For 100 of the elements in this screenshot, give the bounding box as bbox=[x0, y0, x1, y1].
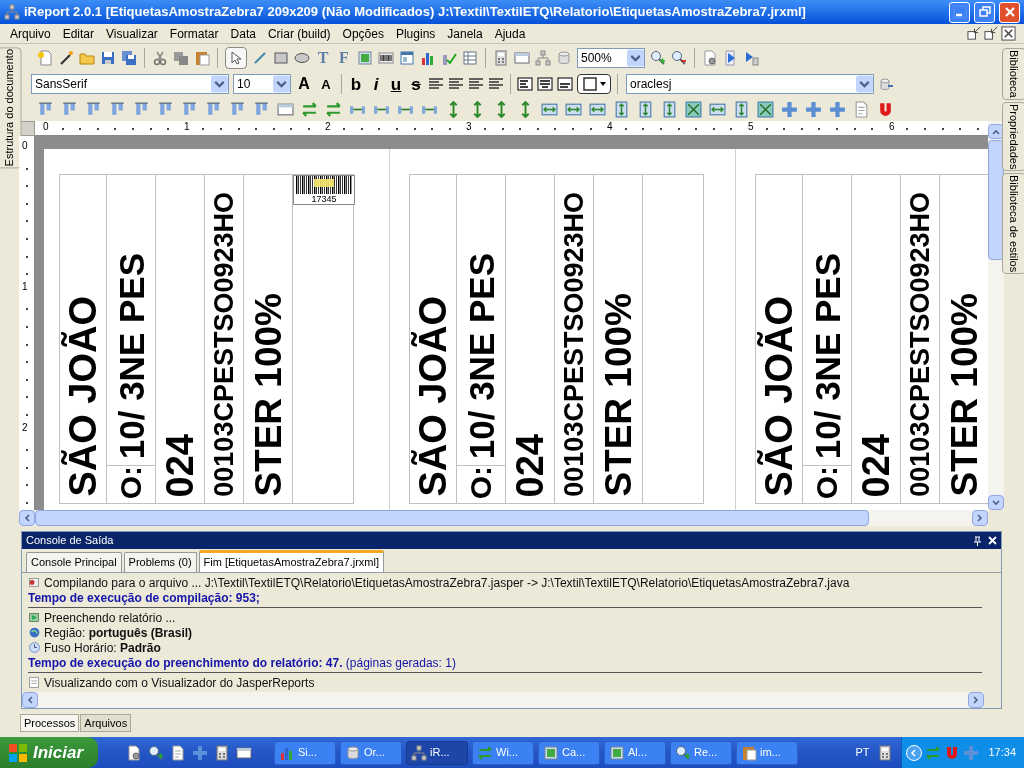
zoom-out-icon[interactable] bbox=[671, 50, 687, 66]
wand-icon[interactable] bbox=[58, 50, 74, 66]
align-icon[interactable] bbox=[181, 100, 198, 118]
menu-item[interactable]: Plugins bbox=[389, 24, 442, 43]
align-icon[interactable] bbox=[109, 100, 126, 118]
text-middle-icon[interactable] bbox=[537, 76, 553, 92]
ellipse-tool-icon[interactable] bbox=[294, 50, 310, 66]
pin-icon[interactable] bbox=[973, 535, 982, 546]
magnifier-icon[interactable] bbox=[148, 744, 164, 761]
text-style-button[interactable]: i bbox=[368, 75, 384, 93]
menu-item[interactable]: Janela bbox=[441, 24, 489, 43]
align-icon[interactable] bbox=[133, 100, 150, 118]
panel-tab[interactable]: Arquivos bbox=[80, 714, 132, 732]
cut-icon[interactable] bbox=[152, 50, 168, 66]
bar-chart-icon[interactable] bbox=[420, 50, 436, 66]
window-icon[interactable] bbox=[236, 744, 252, 761]
chevron-down-icon[interactable] bbox=[211, 75, 228, 93]
start-button[interactable]: Iniciar bbox=[0, 737, 98, 768]
calculator-icon[interactable] bbox=[493, 50, 509, 66]
page-icon[interactable] bbox=[170, 744, 186, 761]
fit-icon[interactable] bbox=[757, 100, 774, 118]
close-button[interactable] bbox=[999, 1, 1020, 23]
align-icon[interactable] bbox=[253, 100, 270, 118]
console-tab[interactable]: Console Principal bbox=[26, 552, 122, 572]
text-style-button[interactable]: u bbox=[388, 75, 404, 93]
table-icon[interactable] bbox=[462, 50, 478, 66]
fit-icon[interactable] bbox=[685, 100, 702, 118]
taskbar-button[interactable]: Ca... bbox=[538, 740, 600, 765]
language-indicator[interactable]: PT bbox=[855, 744, 870, 761]
cross-icon[interactable] bbox=[192, 744, 208, 761]
save-icon[interactable] bbox=[100, 50, 116, 66]
database-icon[interactable] bbox=[556, 50, 572, 66]
chevron-down-icon[interactable] bbox=[627, 49, 644, 67]
taskbar-button[interactable]: iR... bbox=[406, 740, 468, 765]
open-folder-icon[interactable] bbox=[79, 50, 95, 66]
menu-item[interactable]: Visualizar bbox=[100, 24, 164, 43]
justify-icon[interactable] bbox=[468, 76, 484, 92]
align-icon[interactable] bbox=[229, 100, 246, 118]
panel-tab[interactable]: Processos bbox=[20, 714, 80, 732]
taskbar-button[interactable]: Al... bbox=[604, 740, 666, 765]
move-icon[interactable] bbox=[781, 100, 798, 118]
font-size-dropdown[interactable]: 10 bbox=[233, 74, 291, 94]
align-left-icon[interactable] bbox=[428, 76, 444, 92]
align-icon[interactable] bbox=[157, 100, 174, 118]
scroll-down-button[interactable] bbox=[988, 495, 1004, 510]
chevron-button[interactable] bbox=[906, 744, 923, 761]
text-style-button[interactable]: b bbox=[348, 75, 364, 93]
arrows-icon[interactable] bbox=[325, 100, 342, 118]
taskbar-button[interactable]: im... bbox=[736, 740, 798, 765]
height-icon[interactable] bbox=[661, 100, 678, 118]
panel-tab[interactable]: Estrutura do documento bbox=[0, 47, 22, 169]
image-tool-icon[interactable] bbox=[357, 50, 373, 66]
menu-item[interactable]: Arquivo bbox=[4, 24, 57, 43]
zoom-dropdown[interactable]: 500% bbox=[577, 48, 645, 68]
scroll-left-button[interactable] bbox=[19, 510, 35, 526]
panel-tab[interactable]: Propriedades bbox=[1001, 101, 1024, 172]
tree-icon[interactable] bbox=[535, 50, 551, 66]
panel-tab[interactable]: Biblioteca bbox=[1001, 48, 1024, 100]
zoom-in-icon[interactable] bbox=[650, 50, 666, 66]
border-dropdown[interactable] bbox=[577, 74, 611, 94]
move-icon[interactable] bbox=[805, 100, 822, 118]
align-center-icon[interactable] bbox=[448, 76, 464, 92]
datasource-dropdown[interactable]: oraclesj bbox=[626, 74, 874, 94]
text-bottom-icon[interactable] bbox=[557, 76, 573, 92]
taskbar-button[interactable]: Si... bbox=[274, 740, 336, 765]
taskbar-button[interactable]: Re... bbox=[670, 740, 732, 765]
window-bar-icon[interactable] bbox=[514, 50, 530, 66]
taskbar-button[interactable]: Wi... bbox=[472, 740, 534, 765]
font-size-button[interactable]: A bbox=[295, 76, 313, 92]
scroll-right-button[interactable] bbox=[972, 510, 988, 526]
height-icon[interactable] bbox=[613, 100, 630, 118]
menu-item[interactable]: Data bbox=[224, 24, 262, 43]
chevron-down-icon[interactable] bbox=[273, 75, 290, 93]
close-icon[interactable] bbox=[1001, 26, 1016, 41]
console-tab[interactable]: Problems (0) bbox=[123, 552, 197, 572]
align-right-icon[interactable] bbox=[488, 76, 504, 92]
align-icon[interactable] bbox=[37, 100, 54, 118]
panel-tab[interactable]: Biblioteca de estilos bbox=[1001, 173, 1024, 275]
menu-item[interactable]: Opções bbox=[336, 24, 390, 43]
rectangle-tool-icon[interactable] bbox=[273, 50, 289, 66]
minimize-button[interactable] bbox=[949, 1, 970, 23]
window-icon[interactable] bbox=[399, 50, 415, 66]
dock-icon[interactable] bbox=[984, 26, 999, 41]
height-icon[interactable] bbox=[637, 100, 654, 118]
height-icon[interactable] bbox=[733, 100, 750, 118]
align-icon[interactable] bbox=[205, 100, 222, 118]
align-icon[interactable] bbox=[85, 100, 102, 118]
paste-icon[interactable] bbox=[194, 50, 210, 66]
font-size-button[interactable]: A bbox=[317, 77, 335, 91]
align-icon[interactable] bbox=[61, 100, 78, 118]
line-tool-icon[interactable] bbox=[252, 50, 268, 66]
menu-item[interactable]: Editar bbox=[56, 24, 101, 43]
scroll-right-button[interactable] bbox=[968, 692, 984, 708]
menu-item[interactable]: Criar (build) bbox=[261, 24, 337, 43]
barcode-icon[interactable] bbox=[378, 50, 394, 66]
pointer-tool-button[interactable] bbox=[225, 47, 247, 69]
text-top-icon[interactable] bbox=[517, 76, 533, 92]
copy-icon[interactable] bbox=[173, 50, 189, 66]
play-database-icon[interactable] bbox=[744, 50, 760, 66]
scroll-left-button[interactable] bbox=[22, 692, 38, 708]
